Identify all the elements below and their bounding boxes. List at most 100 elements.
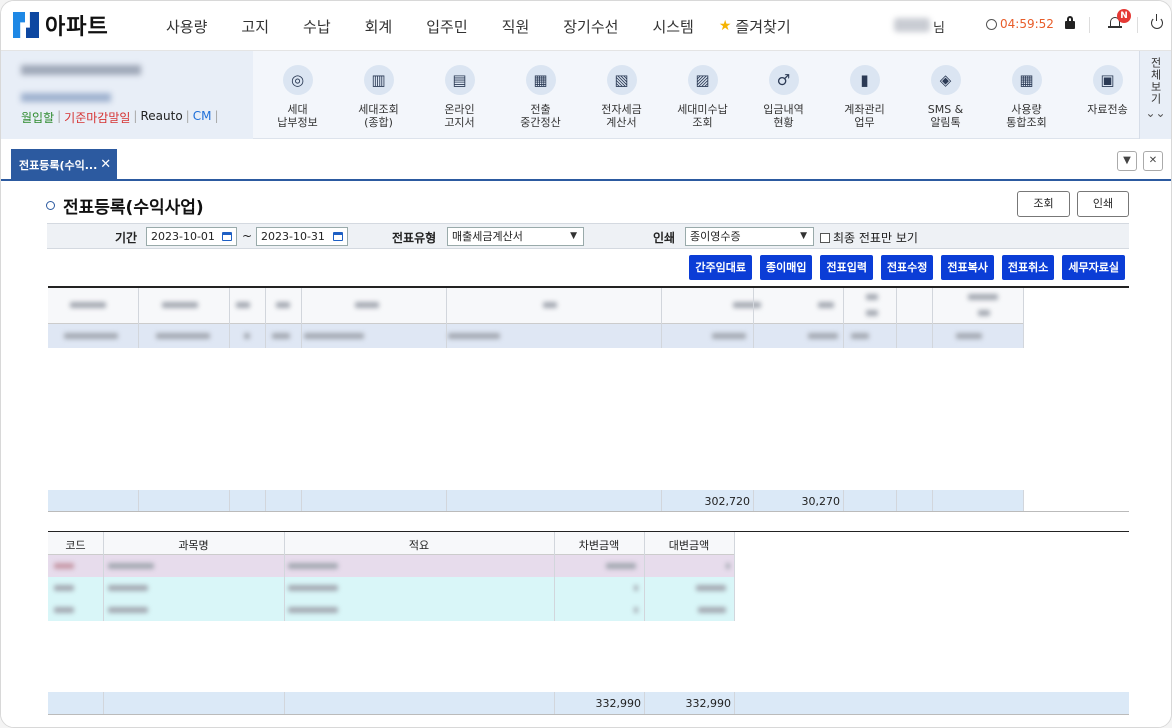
- star-icon: ★: [718, 18, 732, 34]
- voucher-cancel-button[interactable]: 전표취소: [1001, 255, 1055, 280]
- main-menu: 사용량 고지 수납 회계 입주민 직원 장기수선 시스템 ★ 즐겨찾기: [149, 1, 791, 51]
- quick-sms[interactable]: ◈ SMS & 알림톡: [905, 51, 986, 139]
- column-debit: 차변금액: [578, 539, 620, 552]
- user-suffix: 님: [933, 21, 945, 36]
- tab-list-button[interactable]: ▼: [1117, 151, 1137, 171]
- journal-grid-footer: 332,990 332,990: [48, 692, 1129, 714]
- session-timer[interactable]: 04:59:52: [986, 17, 1054, 31]
- voucher-copy-button[interactable]: 전표복사: [941, 255, 994, 280]
- power-icon[interactable]: [1151, 14, 1163, 29]
- column-credit: 대변금액: [668, 539, 710, 552]
- filter-bar: 기간 2023-10-01 ~ 2023-10-31 전표유형 매출세금계산서 …: [47, 223, 1129, 249]
- quick-deposit-status[interactable]: ♂ 입금내역 현황: [743, 51, 824, 139]
- voucher-type-select[interactable]: 매출세금계산서 ▼: [447, 227, 584, 246]
- voucher-grid: 302,720 30,270: [48, 286, 1129, 512]
- print-button[interactable]: 인쇄: [1077, 191, 1129, 217]
- quick-account-management[interactable]: ▮ 계좌관리 업무: [824, 51, 905, 139]
- tab-voucher-entry[interactable]: 전표등록(수익... ✕: [11, 149, 117, 180]
- table-row[interactable]: [48, 599, 735, 621]
- quick-menu-bar: 월입할 | 기준마감말일 | Reauto | CM | ◎ 세대 납부정보 ▥ 세…: [1, 51, 1171, 139]
- period-label: 기간: [115, 231, 138, 245]
- date-from-field[interactable]: 2023-10-01: [146, 227, 237, 246]
- double-chevron-down-icon: ⌄⌄: [1145, 106, 1166, 120]
- quick-unpaid-search[interactable]: ▨ 세대미수납 조회: [662, 51, 743, 139]
- date-to-value: 2023-10-31: [261, 230, 325, 243]
- quick-household-search[interactable]: ▥ 세대조회 (종합): [338, 51, 419, 139]
- total-tax-amount: 30,270: [801, 495, 841, 508]
- quick-usage-search[interactable]: ▦ 사용량 통합조회: [986, 51, 1067, 139]
- logo[interactable]: 아파트: [13, 12, 109, 40]
- top-navigation: 아파트 사용량 고지 수납 회계 입주민 직원 장기수선 시스템 ★ 즐겨찾기 …: [1, 1, 1171, 51]
- menu-staff[interactable]: 직원: [502, 16, 530, 37]
- journal-grid: 코드 과목명 적요 차변금액 대변금액 332,990 332,990: [48, 531, 1129, 715]
- favorites-menu[interactable]: ★ 즐겨찾기: [719, 16, 791, 37]
- logo-text: 아파트: [45, 15, 109, 40]
- link-monthly-date[interactable]: 월입할: [21, 109, 54, 126]
- voucher-input-button[interactable]: 전표입력: [820, 255, 873, 280]
- quick-household-payment[interactable]: ◎ 세대 납부정보: [257, 51, 338, 139]
- menu-system[interactable]: 시스템: [652, 16, 693, 37]
- print-type-label: 인쇄: [653, 231, 676, 245]
- app-window: 아파트 사용량 고지 수납 회계 입주민 직원 장기수선 시스템 ★ 즐겨찾기 …: [0, 0, 1172, 728]
- menu-long-term-repair[interactable]: 장기수선: [563, 16, 618, 37]
- latest-only-checkbox[interactable]: 최종 전표만 보기: [820, 229, 918, 246]
- view-all-label: 전체보기: [1149, 57, 1162, 105]
- paper-purchase-button[interactable]: 종이매입: [759, 255, 813, 280]
- menu-payment[interactable]: 수납: [303, 16, 331, 37]
- calendar-icon[interactable]: [333, 232, 343, 241]
- user-name-blurred: [894, 18, 930, 32]
- close-all-tabs-button[interactable]: ✕: [1143, 151, 1163, 171]
- date-to-field[interactable]: 2023-10-31: [256, 227, 348, 246]
- divider: [1089, 17, 1090, 33]
- logo-mark-icon: [13, 12, 39, 38]
- deemed-rent-button[interactable]: 간주임대료: [689, 255, 752, 280]
- quick-data-transfer[interactable]: ▣ 자료전송: [1067, 51, 1148, 139]
- table-row[interactable]: [48, 577, 735, 599]
- complex-profile: 월입할 | 기준마감말일 | Reauto | CM |: [1, 51, 253, 139]
- total-credit-amount: 332,990: [685, 697, 732, 710]
- close-icon[interactable]: ✕: [100, 157, 111, 172]
- menu-usage[interactable]: 사용량: [166, 16, 207, 37]
- view-all-button[interactable]: 전체보기 ⌄⌄: [1139, 51, 1171, 139]
- tab-label: 전표등록(수익...: [19, 158, 98, 172]
- tab-bar: 전표등록(수익... ✕ ▼ ✕: [1, 139, 1171, 181]
- latest-only-label: 최종 전표만 보기: [833, 231, 918, 245]
- link-closing-date[interactable]: 기준마감말일: [64, 109, 130, 126]
- voucher-type-label: 전표유형: [392, 231, 437, 245]
- checkbox-icon: [820, 232, 830, 243]
- search-button[interactable]: 조회: [1017, 191, 1070, 217]
- table-row[interactable]: [48, 555, 735, 577]
- account-chart-icon: ▮: [849, 65, 880, 95]
- table-row[interactable]: [48, 324, 1024, 348]
- total-debit-amount: 332,990: [595, 697, 642, 710]
- total-supply-amount: 302,720: [704, 495, 751, 508]
- timer-value: 04:59:52: [1000, 17, 1054, 31]
- quick-online-notice[interactable]: ▤ 온라인 고지서: [419, 51, 500, 139]
- print-type-select[interactable]: 종이영수증 ▼: [685, 227, 814, 246]
- document-icon: ▦: [525, 65, 556, 95]
- dropdown-arrow-icon: ▼: [800, 231, 807, 241]
- voucher-edit-button[interactable]: 전표수정: [880, 255, 934, 280]
- date-from-value: 2023-10-01: [151, 230, 215, 243]
- payment-icon: ◎: [282, 65, 313, 95]
- quick-tax-invoice[interactable]: ▧ 전자세금 계산서: [581, 51, 662, 139]
- sms-icon: ◈: [930, 65, 961, 95]
- calendar-icon[interactable]: [222, 232, 232, 241]
- dropdown-arrow-icon: ▼: [570, 231, 577, 241]
- page-title: 전표등록(수익사업): [46, 193, 204, 218]
- column-code: 코드: [65, 539, 86, 552]
- menu-notice[interactable]: 고지: [241, 16, 269, 37]
- column-summary: 적요: [408, 539, 430, 552]
- clock-icon: [986, 18, 997, 30]
- menu-residents[interactable]: 입주민: [426, 16, 467, 37]
- lock-icon[interactable]: [1065, 16, 1075, 30]
- menu-accounting[interactable]: 회계: [365, 16, 393, 37]
- link-cm[interactable]: CM: [193, 109, 212, 126]
- link-reauto[interactable]: Reauto: [140, 109, 182, 126]
- favorites-label: 즐겨찾기: [735, 17, 791, 36]
- tax-invoice-icon: ▧: [606, 65, 637, 95]
- quick-moveout-settlement[interactable]: ▦ 전출 중간정산: [500, 51, 581, 139]
- voucher-grid-footer: 302,720 30,270: [48, 490, 1024, 511]
- complex-phone-blurred: [21, 93, 111, 102]
- tax-data-room-button[interactable]: 세무자료실: [1062, 255, 1125, 280]
